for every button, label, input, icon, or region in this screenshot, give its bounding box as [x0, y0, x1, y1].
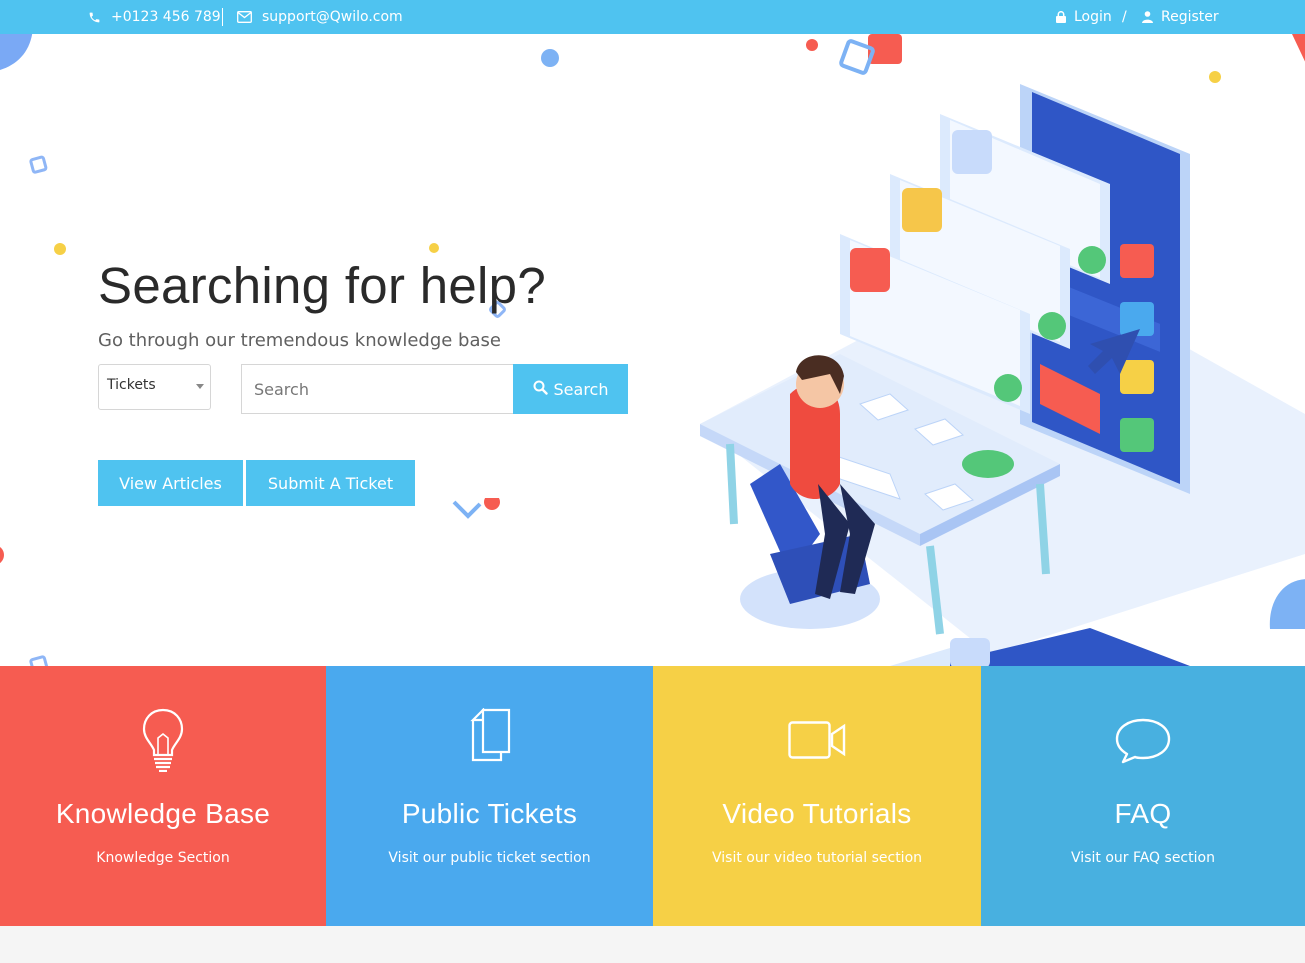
login-link[interactable]: Login: [1056, 9, 1112, 25]
red-half-shape: [0, 547, 4, 563]
search-button-label: Search: [553, 379, 609, 399]
square-outline-shape-2: [29, 655, 49, 666]
corner-blob-shape: [0, 34, 33, 70]
square-outline-shape: [29, 155, 48, 174]
phone-number: +0123 456 789: [111, 9, 221, 25]
tile-title: Public Tickets: [401, 798, 578, 829]
support-email: support@Qwilo.com: [262, 9, 403, 25]
footer-strip: [0, 926, 1305, 963]
speech-bubble-icon: [1115, 718, 1171, 768]
lock-icon: [1056, 11, 1066, 23]
register-link[interactable]: Register: [1142, 9, 1219, 25]
email-contact[interactable]: support@Qwilo.com: [237, 9, 403, 25]
v-shape: [452, 498, 500, 519]
tile-subtitle: Knowledge Section: [96, 850, 230, 866]
user-icon: [1142, 11, 1153, 23]
tile-public-tickets[interactable]: Public Tickets Visit our public ticket s…: [326, 666, 653, 926]
video-camera-icon: [788, 721, 846, 763]
yellow-dot-shape: [54, 243, 66, 255]
documents-icon: [469, 707, 511, 766]
lightbulb-icon: [142, 708, 184, 776]
login-label: Login: [1074, 9, 1112, 25]
tile-faq[interactable]: FAQ Visit our FAQ section: [981, 666, 1305, 926]
blue-dot-shape: [541, 49, 559, 67]
hero-section: Searching for help? Go through our treme…: [0, 34, 1305, 666]
tile-video-tutorials[interactable]: Video Tutorials Visit our video tutorial…: [653, 666, 981, 926]
tile-subtitle: Visit our FAQ section: [1071, 850, 1215, 866]
register-label: Register: [1161, 9, 1219, 25]
phone-contact[interactable]: +0123 456 789: [88, 9, 221, 25]
caret-down-icon: [196, 384, 204, 389]
top-bar: +0123 456 789 support@Qwilo.com Login / …: [0, 0, 1305, 34]
category-select-value: Tickets: [107, 377, 156, 393]
illustration-reflection: [890, 628, 1190, 666]
auth-divider: /: [1122, 9, 1127, 25]
tile-subtitle: Visit our public ticket section: [388, 850, 591, 866]
tile-knowledge-base[interactable]: Knowledge Base Knowledge Section: [0, 666, 326, 926]
phone-icon: [88, 11, 101, 24]
tile-title: Video Tutorials: [722, 798, 912, 829]
search-input[interactable]: [241, 364, 513, 414]
hero-title: Searching for help?: [98, 257, 546, 314]
tile-subtitle: Visit our video tutorial section: [711, 850, 923, 866]
search-icon: [533, 380, 548, 399]
support-agent-illustration: [700, 84, 1305, 654]
hero-subtitle: Go through our tremendous knowledge base: [98, 330, 501, 351]
tile-title: Knowledge Base: [55, 798, 271, 829]
submit-ticket-button[interactable]: Submit A Ticket: [246, 460, 415, 506]
envelope-icon: [237, 11, 252, 23]
tile-title: FAQ: [1114, 798, 1172, 829]
search-button[interactable]: Search: [513, 364, 628, 414]
feature-tiles: Knowledge Base Knowledge Section Public …: [0, 666, 1305, 926]
red-dot-shape: [806, 39, 818, 51]
yellow-dot-shape-2: [429, 243, 439, 253]
topbar-separator: [222, 8, 223, 26]
view-articles-button[interactable]: View Articles: [98, 460, 243, 506]
category-select[interactable]: Tickets: [98, 364, 211, 410]
